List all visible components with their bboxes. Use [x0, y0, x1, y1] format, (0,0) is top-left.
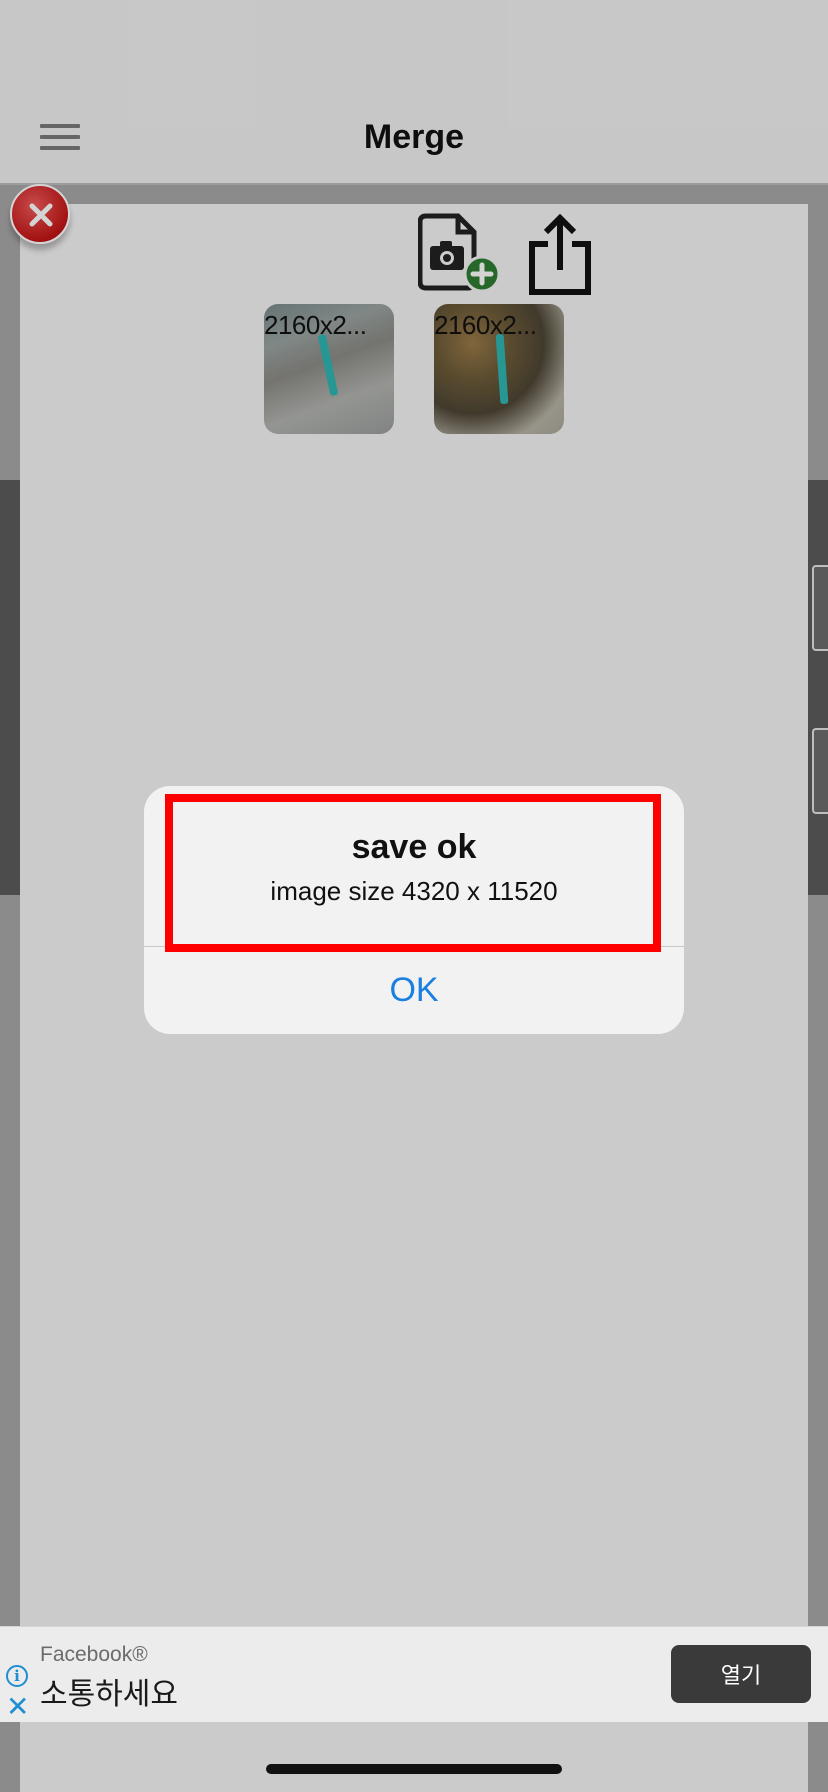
ok-button[interactable]: OK	[144, 947, 684, 1034]
ad-open-button[interactable]: 열기	[671, 1645, 811, 1703]
home-indicator[interactable]	[266, 1764, 562, 1774]
ad-brand: Facebook®	[40, 1643, 148, 1666]
highlight-box	[165, 794, 661, 952]
ad-banner[interactable]: i ✕ Facebook® 소통하세요 열기	[0, 1626, 828, 1722]
close-icon[interactable]: ✕	[6, 1693, 29, 1721]
ad-headline: 소통하세요	[40, 1677, 178, 1712]
info-icon[interactable]: i	[6, 1665, 28, 1687]
